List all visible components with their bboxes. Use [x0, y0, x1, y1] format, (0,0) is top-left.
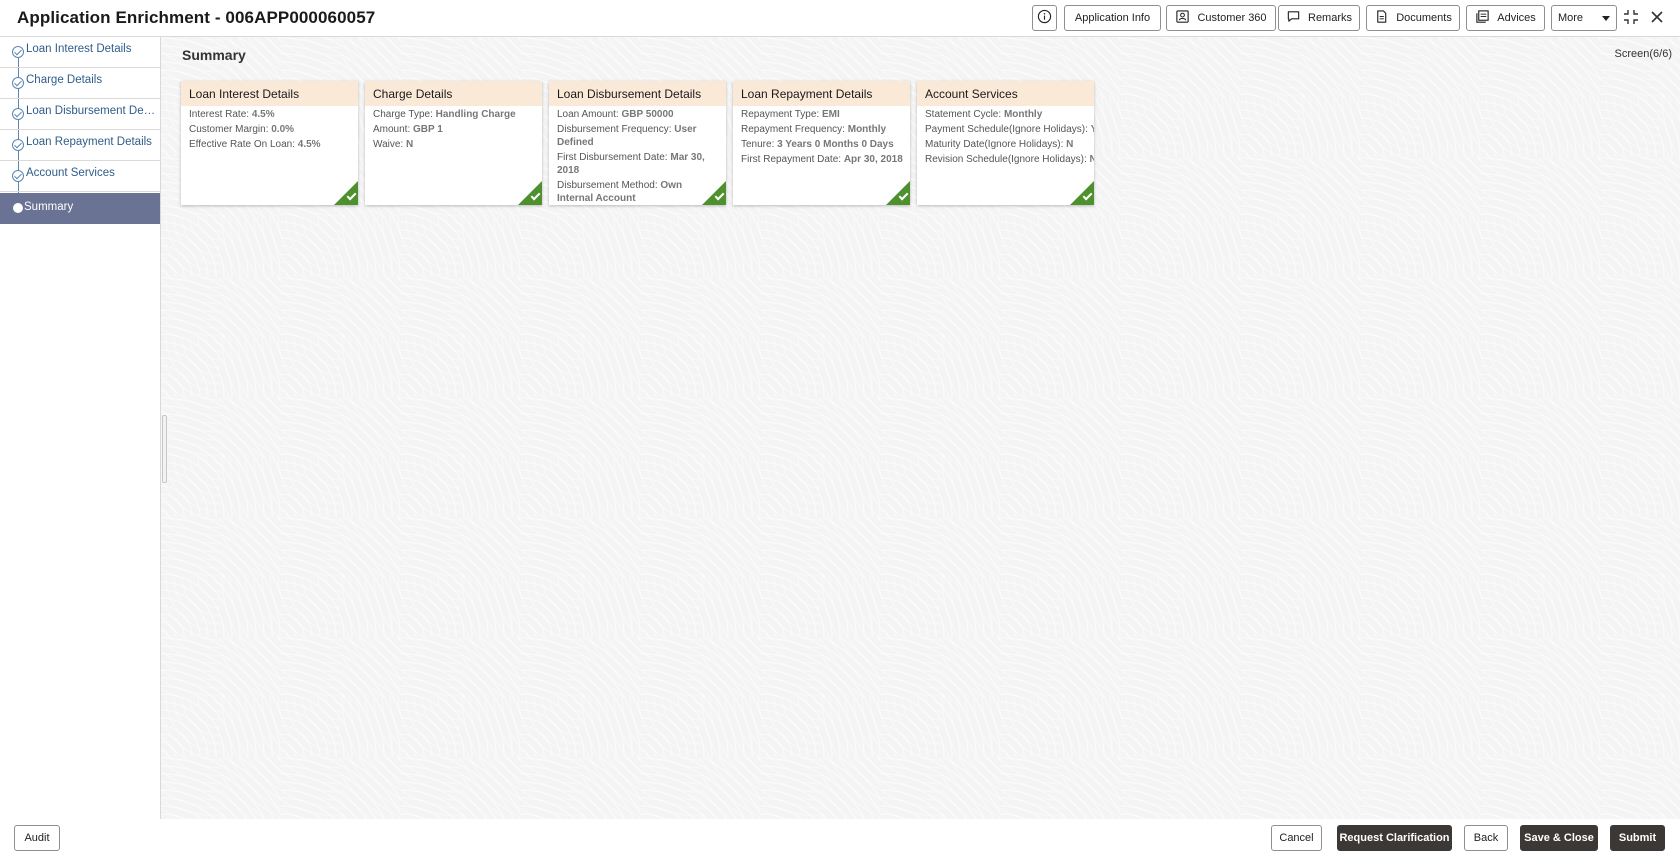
card-row: Repayment Type: EMI — [741, 109, 840, 120]
remarks-label: Remarks — [1308, 12, 1353, 24]
card-row: Customer Margin: 0.0% — [189, 124, 295, 135]
card-row: Amount: GBP 1 — [373, 124, 443, 135]
sidebar-item-summary[interactable]: Summary — [0, 193, 160, 224]
more-dropdown[interactable]: More — [1551, 5, 1617, 31]
screen-counter: Screen(6/6) — [1614, 48, 1672, 60]
more-label: More — [1557, 12, 1584, 24]
sidebar-item-loan-disbursement-details[interactable]: Loan Disbursement Details — [0, 99, 160, 130]
card-title: Loan Interest Details — [181, 81, 358, 106]
card-row: Charge Type: Handling Charge — [373, 109, 516, 120]
action-footer: Audit Cancel Request Clarification Back … — [0, 819, 1680, 856]
maximize-icon[interactable] — [1622, 8, 1640, 26]
card-row: Disbursement Frequency: User Defined — [557, 124, 697, 148]
card-row: Effective Rate On Loan: 4.5% — [189, 139, 321, 150]
advices-label: Advices — [1497, 12, 1536, 24]
card-title: Loan Disbursement Details — [549, 81, 726, 106]
sidebar-item-loan-repayment-details[interactable]: Loan Repayment Details — [0, 130, 160, 161]
info-icon — [1037, 9, 1052, 27]
card-title: Loan Repayment Details — [733, 81, 910, 106]
document-icon — [1374, 9, 1389, 27]
sidebar-item-label: Loan Interest Details — [26, 43, 132, 55]
customer-card-icon — [1175, 9, 1190, 27]
main-content: Summary Screen(6/6) Loan Interest Detail… — [161, 37, 1680, 819]
info-button[interactable] — [1032, 5, 1057, 31]
card-row: Revision Schedule(Ignore Holidays): N — [925, 154, 1094, 165]
sidebar-item-charge-details[interactable]: Charge Details — [0, 68, 160, 99]
comment-icon — [1286, 9, 1301, 27]
check-circle-icon — [12, 46, 24, 58]
back-button[interactable]: Back — [1464, 825, 1508, 851]
request-clarification-button[interactable]: Request Clarification — [1337, 825, 1452, 851]
documents-label: Documents — [1396, 12, 1452, 24]
save-and-close-button[interactable]: Save & Close — [1520, 825, 1598, 851]
summary-card-account-services[interactable]: Account Services Statement Cycle: Monthl… — [917, 81, 1094, 205]
card-row: Maturity Date(Ignore Holidays): N — [925, 139, 1074, 150]
customer-360-label: Customer 360 — [1197, 12, 1267, 24]
remarks-button[interactable]: Remarks — [1278, 5, 1360, 31]
card-row: Payment Schedule(Ignore Holidays): Y — [925, 124, 1094, 135]
card-row: First Repayment Date: Apr 30, 2018 — [741, 154, 903, 165]
section-title: Summary — [182, 47, 246, 63]
check-circle-icon — [12, 77, 24, 89]
sidebar-item-label: Loan Repayment Details — [26, 136, 152, 148]
current-step-dot-icon — [13, 203, 23, 213]
card-title: Account Services — [917, 81, 1094, 106]
sidebar-item-account-services[interactable]: Account Services — [0, 161, 160, 192]
summary-card-loan-repayment-details[interactable]: Loan Repayment Details Repayment Type: E… — [733, 81, 910, 205]
summary-card-charge-details[interactable]: Charge Details Charge Type: Handling Cha… — [365, 81, 542, 205]
card-row: Interest Rate: 4.5% — [189, 109, 275, 120]
card-row: Statement Cycle: Monthly — [925, 109, 1043, 120]
card-row: Repayment Frequency: Monthly — [741, 124, 887, 135]
card-title: Charge Details — [365, 81, 542, 106]
sidebar-item-label: Loan Disbursement Details — [26, 105, 158, 117]
chevron-down-icon — [1602, 15, 1611, 21]
app-header: Application Enrichment - 006APP000060057… — [0, 0, 1680, 37]
close-icon[interactable] — [1648, 8, 1666, 26]
submit-button[interactable]: Submit — [1610, 825, 1665, 851]
documents-button[interactable]: Documents — [1366, 5, 1460, 31]
summary-card-loan-interest-details[interactable]: Loan Interest Details Interest Rate: 4.5… — [181, 81, 358, 205]
card-row: Waive: N — [373, 139, 414, 150]
sidebar-item-loan-interest-details[interactable]: Loan Interest Details — [0, 37, 160, 68]
customer-360-button[interactable]: Customer 360 — [1166, 5, 1276, 31]
summary-card-loan-disbursement-details[interactable]: Loan Disbursement Details Loan Amount: G… — [549, 81, 726, 205]
audit-button[interactable]: Audit — [14, 825, 60, 851]
application-info-button[interactable]: Application Info — [1064, 5, 1161, 31]
cancel-button[interactable]: Cancel — [1271, 825, 1322, 851]
page-title: Application Enrichment - 006APP000060057 — [17, 8, 376, 27]
card-row: Tenure: 3 Years 0 Months 0 Days — [741, 139, 894, 150]
panel-resize-handle[interactable] — [162, 415, 167, 483]
check-circle-icon — [12, 108, 24, 120]
sidebar-item-label: Charge Details — [26, 74, 103, 86]
sidebar-item-label: Account Services — [26, 167, 115, 179]
advices-icon — [1475, 9, 1490, 27]
check-circle-icon — [12, 170, 24, 182]
card-row: First Disbursement Date: Mar 30, 2018 — [557, 152, 705, 176]
sidebar-nav: Loan Interest Details Charge Details Loa… — [0, 37, 161, 819]
card-row: Disbursement Method: Own Internal Accoun… — [557, 180, 683, 204]
card-row: Loan Amount: GBP 50000 — [557, 109, 674, 120]
application-info-label: Application Info — [1074, 12, 1151, 24]
advices-button[interactable]: Advices — [1466, 5, 1545, 31]
check-circle-icon — [12, 139, 24, 151]
sidebar-item-label: Summary — [24, 201, 74, 213]
